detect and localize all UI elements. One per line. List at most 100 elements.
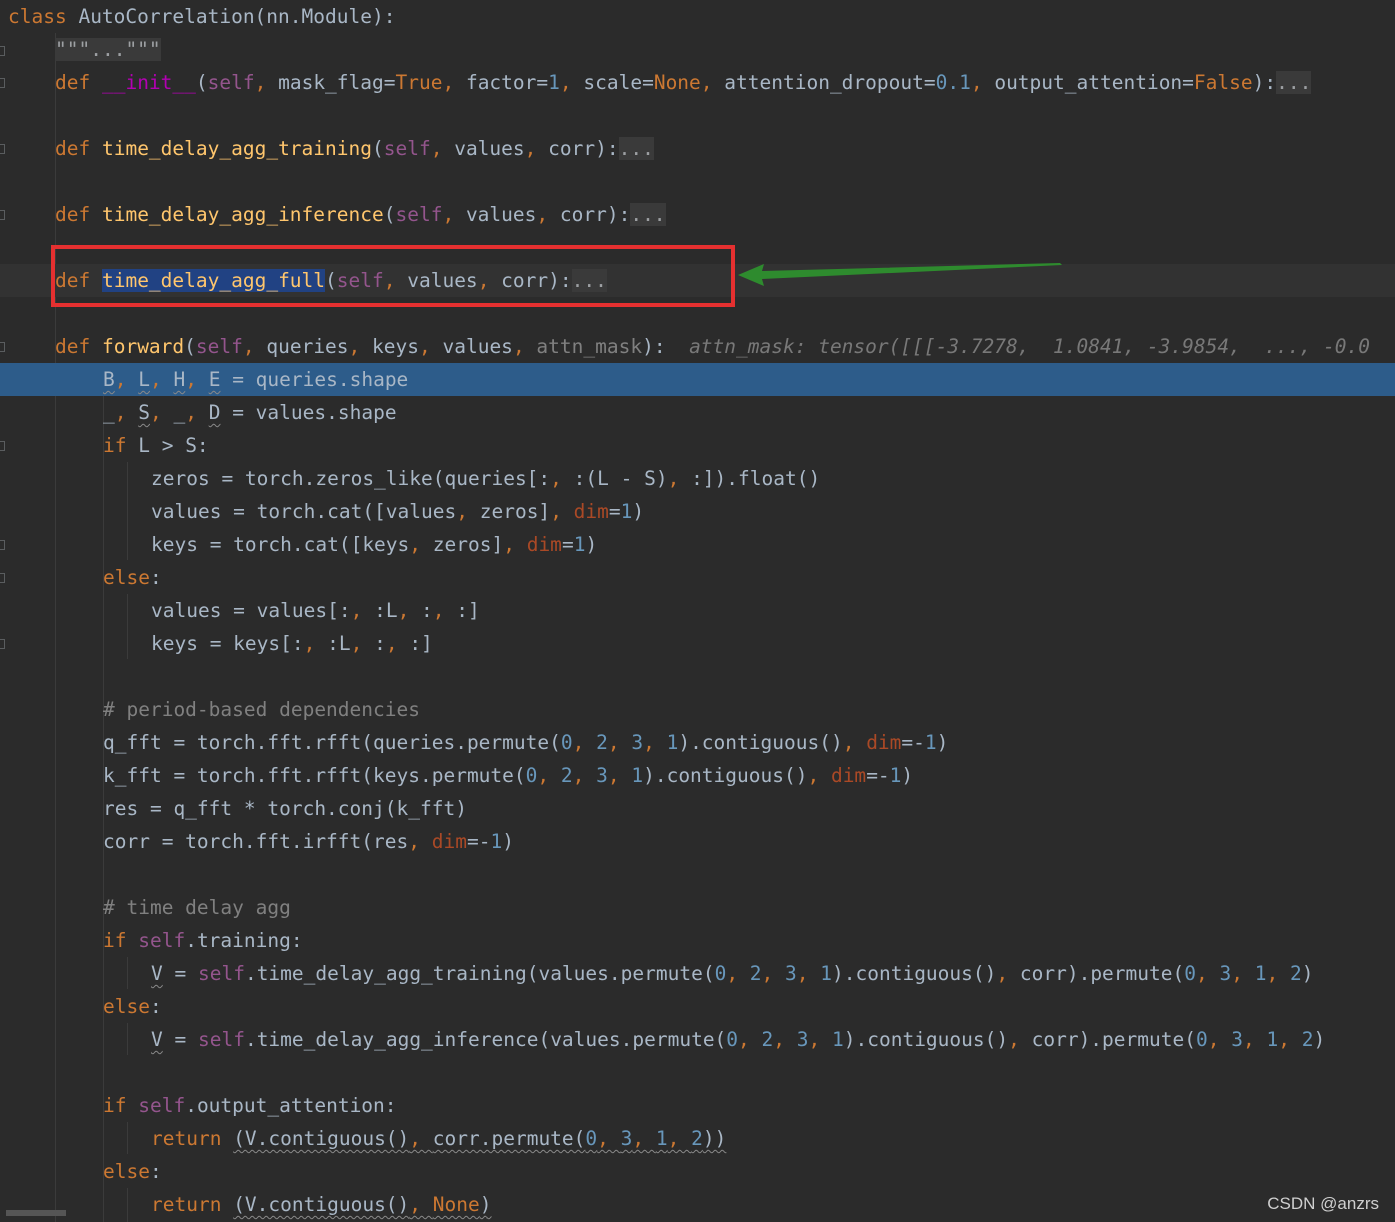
code-token: scale= bbox=[583, 71, 654, 94]
code-token: ... bbox=[618, 137, 654, 160]
code-token: q_fft = torch.fft.rfft(queries.permute( bbox=[103, 731, 561, 754]
code-line[interactable]: zeros = torch.zeros_like(queries[:, :(L … bbox=[0, 462, 1395, 495]
code-text: if self.training: bbox=[103, 924, 303, 957]
code-token: 2 bbox=[1289, 962, 1302, 985]
code-token: , bbox=[397, 599, 422, 622]
code-token: 0 bbox=[560, 731, 573, 754]
code-line[interactable]: """...""" bbox=[0, 33, 1395, 66]
code-token: _ bbox=[173, 401, 186, 424]
code-line[interactable] bbox=[0, 660, 1395, 693]
code-token: , bbox=[149, 368, 174, 391]
code-line[interactable]: values = torch.cat([values, zeros], dim=… bbox=[0, 495, 1395, 528]
code-token: corr = torch.fft.irfft(res bbox=[103, 830, 409, 853]
code-token: , bbox=[738, 1028, 762, 1051]
code-token: , bbox=[572, 731, 597, 754]
code-token: , bbox=[607, 731, 632, 754]
code-token: ... bbox=[1276, 71, 1312, 94]
code-token: 2 bbox=[749, 962, 762, 985]
code-token: L bbox=[138, 368, 150, 391]
code-line[interactable]: else: bbox=[0, 1155, 1395, 1188]
code-line[interactable]: if self.training: bbox=[0, 924, 1395, 957]
code-token: ) bbox=[1301, 962, 1314, 985]
code-line[interactable] bbox=[0, 99, 1395, 132]
code-token: values bbox=[442, 335, 513, 358]
code-line[interactable]: return (V.contiguous(), None) bbox=[0, 1188, 1395, 1221]
code-token: if bbox=[103, 929, 139, 952]
code-token: class bbox=[8, 5, 79, 28]
code-line[interactable]: def time_delay_agg_training(self, values… bbox=[0, 132, 1395, 165]
code-line[interactable] bbox=[0, 1056, 1395, 1089]
code-token: , bbox=[761, 962, 786, 985]
code-line[interactable]: k_fft = torch.fft.rfft(keys.permute(0, 2… bbox=[0, 759, 1395, 792]
code-line[interactable]: _, S, _, D = values.shape bbox=[0, 396, 1395, 429]
code-token: , bbox=[1231, 962, 1255, 985]
code-token: , bbox=[430, 137, 455, 160]
code-editor[interactable]: class AutoCorrelation(nn.Module): """..."… bbox=[0, 0, 1395, 1222]
code-line[interactable]: q_fft = torch.fft.rfft(queries.permute(0… bbox=[0, 726, 1395, 759]
code-token: .output_attention: bbox=[185, 1094, 397, 1117]
code-token: , bbox=[242, 335, 267, 358]
code-token: dim bbox=[526, 533, 562, 556]
code-token: = queries.shape bbox=[220, 368, 409, 391]
code-token: 3 bbox=[785, 962, 797, 985]
code-text: if self.output_attention: bbox=[103, 1089, 397, 1122]
code-line[interactable]: if self.output_attention: bbox=[0, 1089, 1395, 1122]
code-line[interactable]: res = q_fft * torch.conj(k_fft) bbox=[0, 792, 1395, 825]
code-token: , bbox=[970, 71, 995, 94]
code-token: zeros] bbox=[479, 500, 551, 523]
code-token: , bbox=[773, 1028, 797, 1051]
code-line[interactable]: class AutoCorrelation(nn.Module): bbox=[0, 0, 1395, 33]
code-text: def __init__(self, mask_flag=True, facto… bbox=[55, 66, 1312, 99]
code-line[interactable]: else: bbox=[0, 561, 1395, 594]
code-token: D bbox=[208, 401, 221, 424]
code-token: :L bbox=[327, 632, 351, 655]
code-token: : bbox=[149, 566, 162, 589]
code-token: :] bbox=[456, 599, 480, 622]
code-line[interactable]: values = values[:, :L, :, :] bbox=[0, 594, 1395, 627]
code-token: 1 bbox=[573, 533, 586, 556]
code-line[interactable]: keys = torch.cat([keys, zeros], dim=1) bbox=[0, 528, 1395, 561]
code-line[interactable]: else: bbox=[0, 990, 1395, 1023]
code-line[interactable]: # period-based dependencies bbox=[0, 693, 1395, 726]
code-token: _ bbox=[103, 401, 115, 424]
code-token: ) bbox=[632, 500, 645, 523]
code-line[interactable]: def forward(self, queries, keys, values,… bbox=[0, 330, 1395, 363]
code-token: 2 bbox=[596, 731, 608, 754]
code-token: 1 bbox=[924, 731, 937, 754]
code-line[interactable]: corr = torch.fft.irfft(res, dim=-1) bbox=[0, 825, 1395, 858]
code-token: corr): bbox=[548, 137, 619, 160]
code-token: queries bbox=[266, 335, 349, 358]
code-line[interactable]: def __init__(self, mask_flag=True, facto… bbox=[0, 66, 1395, 99]
code-text: values = torch.cat([values, zeros], dim=… bbox=[151, 495, 644, 528]
code-line[interactable]: V = self.time_delay_agg_training(values.… bbox=[0, 957, 1395, 990]
code-text: class AutoCorrelation(nn.Module): bbox=[8, 0, 395, 33]
code-line[interactable]: keys = keys[:, :L, :, :] bbox=[0, 627, 1395, 660]
code-line[interactable]: B, L, H, E = queries.shape bbox=[0, 363, 1395, 396]
code-text: else: bbox=[103, 990, 162, 1023]
code-token: False bbox=[1193, 71, 1253, 94]
code-line[interactable] bbox=[0, 165, 1395, 198]
code-token: , bbox=[643, 731, 667, 754]
code-token: 3 bbox=[796, 1028, 809, 1051]
code-token: ) bbox=[479, 1193, 492, 1216]
code-line[interactable]: # time delay agg bbox=[0, 891, 1395, 924]
code-token: 3 bbox=[1231, 1028, 1243, 1051]
code-line[interactable]: if L > S: bbox=[0, 429, 1395, 462]
code-token: corr.permute( bbox=[432, 1127, 586, 1150]
code-token: if bbox=[103, 1094, 139, 1117]
arrow-annotation-icon bbox=[738, 263, 1062, 286]
code-token: :(L - S) bbox=[573, 467, 668, 490]
code-line[interactable]: def time_delay_agg_inference(self, value… bbox=[0, 198, 1395, 231]
code-token: .time_delay_agg_inference(values.permute… bbox=[244, 1028, 727, 1051]
code-text: corr = torch.fft.irfft(res, dim=-1) bbox=[103, 825, 514, 858]
code-line[interactable]: return (V.contiguous(), corr.permute(0, … bbox=[0, 1122, 1395, 1155]
code-token: 0 bbox=[1195, 1028, 1208, 1051]
horizontal-scrollbar[interactable] bbox=[6, 1210, 66, 1216]
code-token: 1 bbox=[655, 1127, 668, 1150]
code-token: mask_flag= bbox=[278, 71, 396, 94]
code-token: .time_delay_agg_training(values.permute( bbox=[244, 962, 715, 985]
code-text: values = values[:, :L, :, :] bbox=[151, 594, 480, 627]
code-token: , bbox=[537, 764, 561, 787]
code-line[interactable] bbox=[0, 858, 1395, 891]
code-line[interactable]: V = self.time_delay_agg_inference(values… bbox=[0, 1023, 1395, 1056]
